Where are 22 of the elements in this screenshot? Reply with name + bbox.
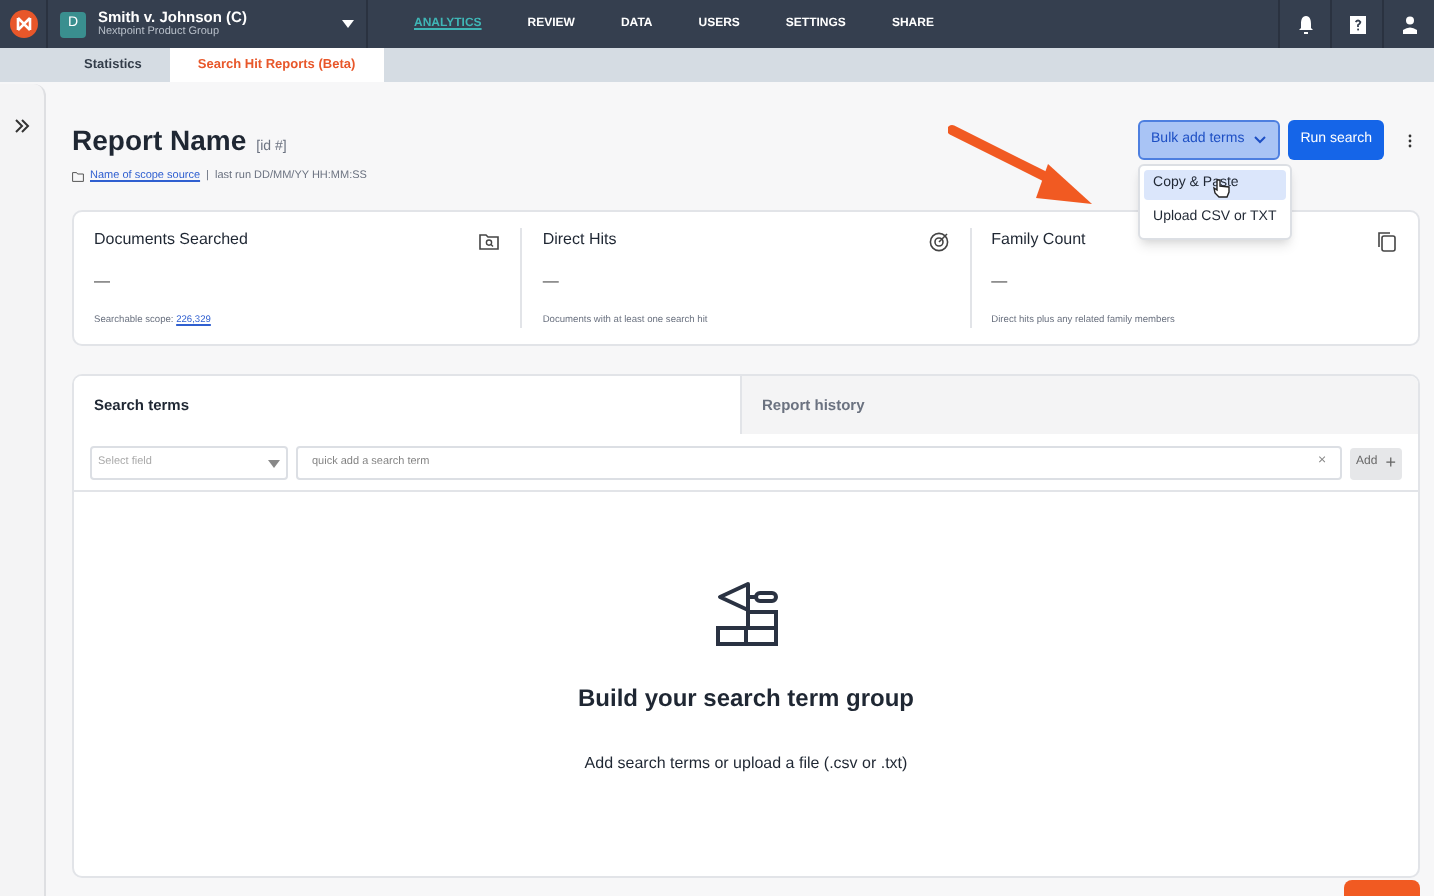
stat-title: Family Count xyxy=(991,228,1086,252)
stat-title: Direct Hits xyxy=(542,228,617,252)
empty-state-text: Add search terms or upload a file (.csv or .txt) xyxy=(584,752,908,776)
caret-icon xyxy=(342,20,354,28)
stat-value: — xyxy=(542,270,561,294)
report-title: Report Name xyxy=(72,122,247,160)
caret-icon xyxy=(268,459,280,467)
folder-search-icon xyxy=(478,229,501,251)
logo-icon[interactable] xyxy=(9,10,37,38)
trowel-bricks-icon xyxy=(713,582,779,648)
folder-icon xyxy=(72,171,84,182)
user-icon[interactable] xyxy=(1399,13,1419,35)
empty-state-heading: Build your search term group xyxy=(577,682,915,716)
target-icon xyxy=(927,229,950,251)
stat-value: — xyxy=(991,270,1010,294)
help-icon[interactable] xyxy=(1347,13,1367,35)
chevron-icon xyxy=(1254,136,1267,144)
stat-value: — xyxy=(94,270,112,294)
bell-icon[interactable] xyxy=(1295,13,1315,35)
copy-icon xyxy=(1375,229,1398,251)
stat-title: Documents Searched xyxy=(94,228,248,252)
expand-icon[interactable] xyxy=(14,118,30,134)
